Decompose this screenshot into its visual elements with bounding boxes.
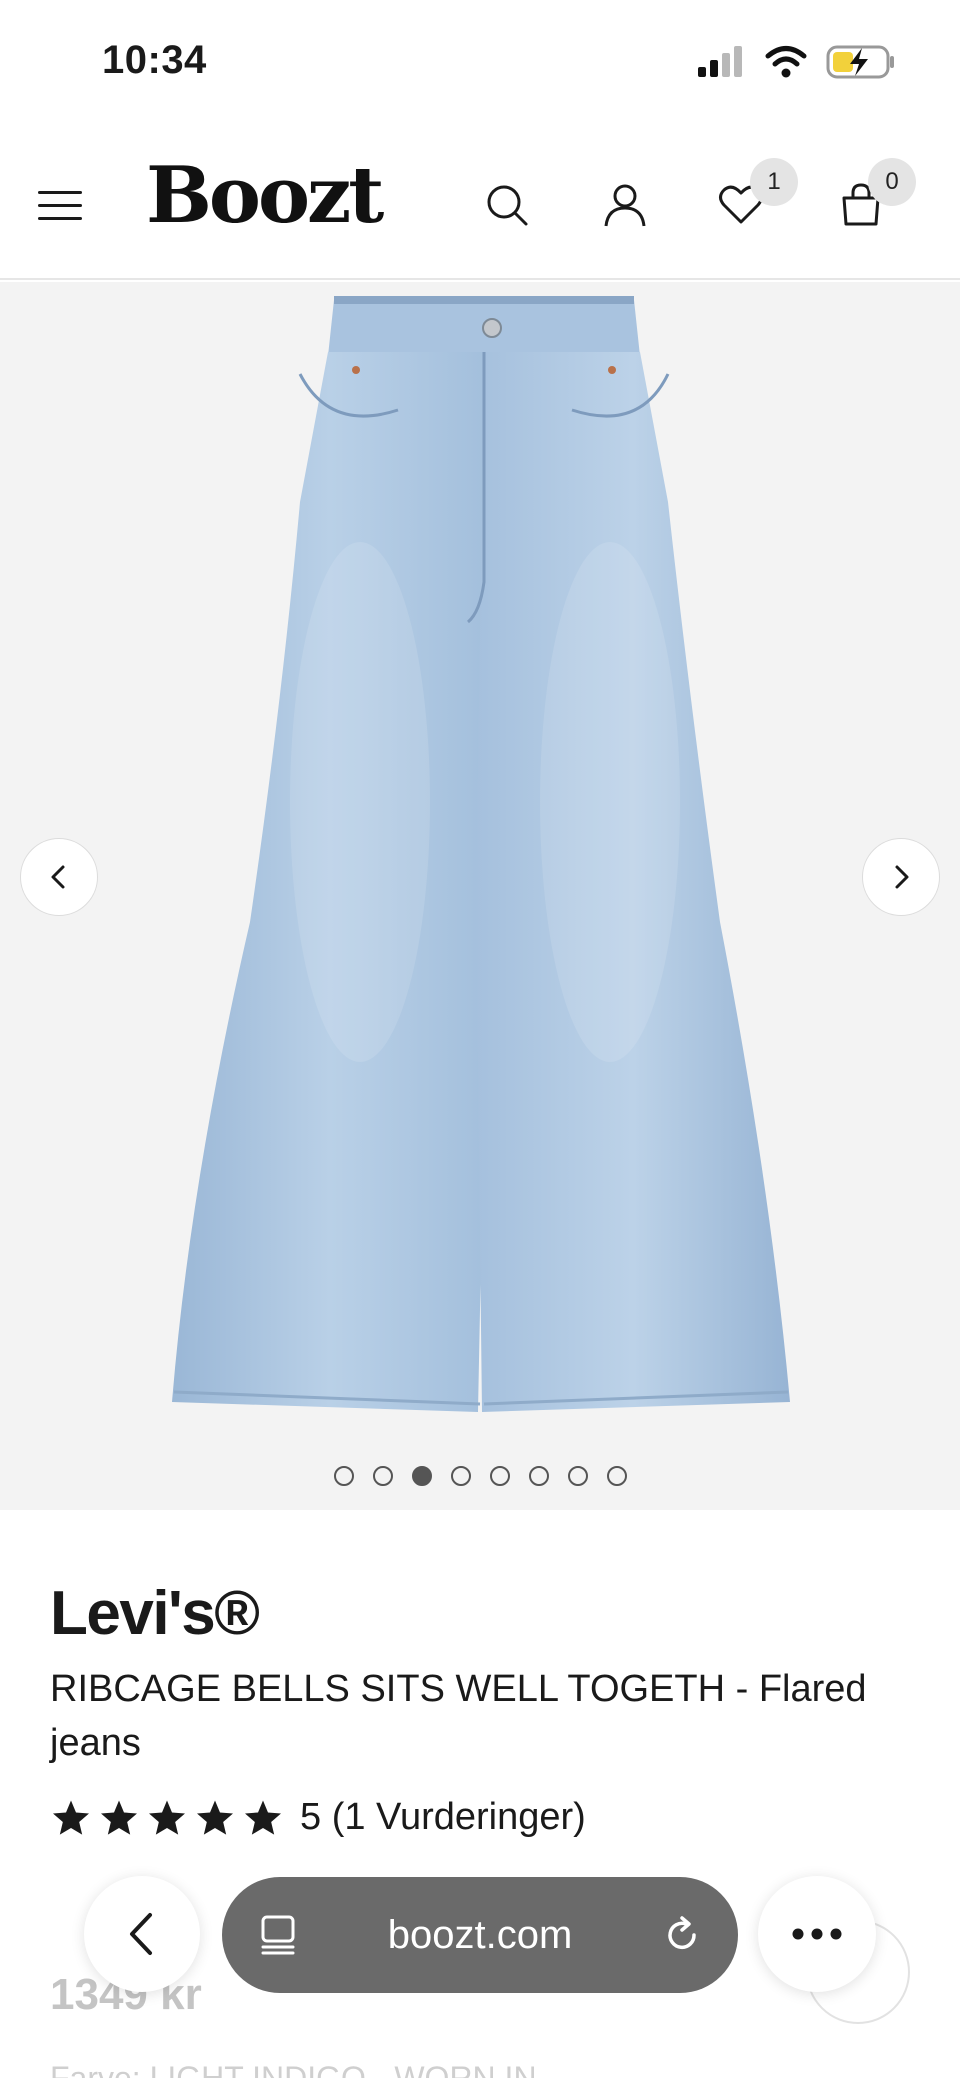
product-brand[interactable]: Levi's®	[50, 1578, 260, 1649]
cart-count-badge: 0	[868, 158, 916, 206]
gallery-dot[interactable]	[372, 1466, 393, 1486]
search-button[interactable]	[470, 168, 544, 242]
gallery-dot[interactable]	[528, 1466, 549, 1486]
status-time: 10:34	[102, 38, 207, 82]
previous-image-button[interactable]	[20, 838, 98, 916]
menu-button[interactable]	[38, 180, 82, 230]
chevron-left-icon	[51, 865, 65, 889]
gallery-dot[interactable]	[450, 1466, 471, 1486]
rating-stars	[50, 1798, 284, 1838]
browser-back-button[interactable]	[84, 1876, 200, 1992]
gallery-dot[interactable]	[411, 1466, 432, 1486]
product-rating[interactable]: 5 (1 Vurderinger)	[50, 1796, 586, 1839]
search-icon	[487, 185, 528, 226]
reload-icon[interactable]	[660, 1913, 704, 1957]
star-icon	[101, 1800, 137, 1835]
battery-charging-icon	[826, 45, 894, 79]
menu-icon-line	[38, 216, 82, 220]
product-image-jeans	[172, 296, 790, 1412]
star-icon	[197, 1800, 233, 1835]
gallery-dot[interactable]	[489, 1466, 510, 1486]
status-bar: 10:34	[0, 0, 960, 130]
product-name: RIBCAGE BELLS SITS WELL TOGETH - Flared …	[50, 1668, 867, 1764]
browser-more-button[interactable]	[758, 1876, 876, 1992]
chevron-right-icon	[895, 865, 909, 889]
more-icon	[792, 1928, 842, 1940]
gallery-pagination	[0, 1466, 960, 1486]
gallery-dot[interactable]	[606, 1466, 627, 1486]
star-icon	[149, 1800, 185, 1835]
site-header: Boozt 1 0	[0, 130, 960, 280]
boozt-logo[interactable]: Boozt	[146, 150, 384, 241]
back-icon	[130, 1913, 152, 1955]
gallery-dot[interactable]	[567, 1466, 588, 1486]
menu-icon-line	[38, 190, 82, 194]
status-icons	[696, 44, 896, 80]
rating-text: 5 (1 Vurderinger)	[300, 1796, 586, 1838]
star-icon	[245, 1800, 281, 1835]
gallery-dot[interactable]	[333, 1466, 354, 1486]
address-bar[interactable]: boozt.com	[222, 1877, 738, 1993]
browser-toolbar: boozt.com	[0, 1870, 960, 2024]
wifi-icon	[765, 46, 807, 78]
product-gallery[interactable]	[0, 282, 960, 1510]
account-button[interactable]	[588, 168, 662, 242]
wishlist-count-badge: 1	[750, 158, 798, 206]
signal-icon	[698, 46, 742, 77]
menu-icon-line	[38, 203, 82, 207]
product-color: Farve: LIGHT INDIGO - WORN IN	[50, 2060, 537, 2078]
star-icon	[53, 1800, 89, 1835]
user-icon	[604, 184, 646, 227]
next-image-button[interactable]	[862, 838, 940, 916]
